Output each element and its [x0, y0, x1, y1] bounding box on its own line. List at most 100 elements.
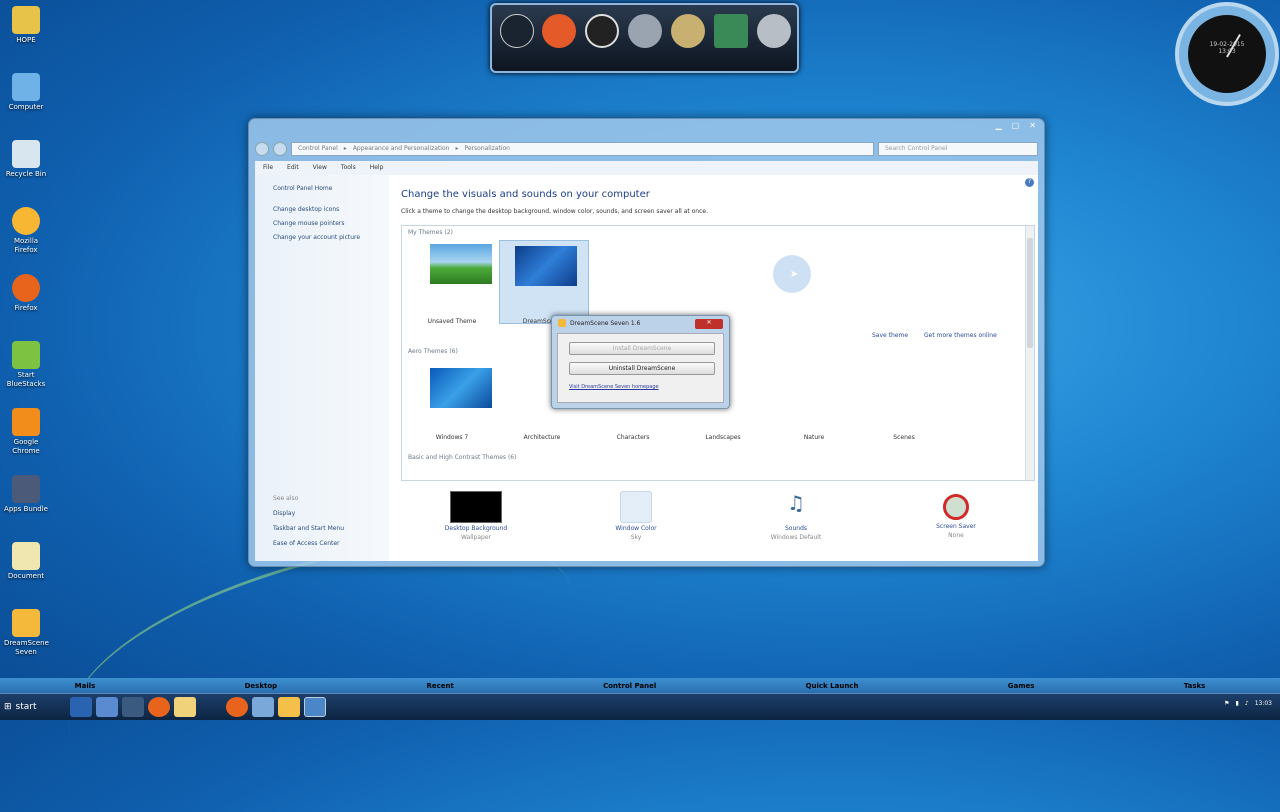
desktop-icon-computer[interactable]: Computer	[4, 73, 48, 112]
breadcrumb[interactable]: Control Panel ▸ Appearance and Personaliz…	[291, 142, 874, 156]
window-color-item[interactable]: Window Color Sky	[586, 491, 686, 541]
desktop-icon-label: Document	[7, 572, 45, 580]
dialog-close-button[interactable]: ✕	[695, 319, 723, 329]
sidebar-desktop-icons[interactable]: Change desktop icons	[273, 206, 389, 213]
desktop-icon-document[interactable]: Document	[4, 542, 48, 581]
clock-gadget[interactable]: 19-02-2015 13:03	[1175, 2, 1279, 106]
theme-label[interactable]: Architecture	[502, 434, 582, 441]
desktop-icon[interactable]	[96, 697, 118, 717]
sidebar-account-picture[interactable]: Change your account picture	[273, 234, 389, 241]
launch-games[interactable]: Games	[1008, 682, 1035, 690]
get-more-themes-link[interactable]: Get more themes online	[924, 332, 997, 339]
install-button[interactable]: Install DreamScene	[569, 342, 715, 355]
launch-recent[interactable]: Recent	[426, 682, 453, 690]
mouse-cursor-highlight: ➤	[773, 255, 811, 293]
back-button[interactable]	[255, 142, 269, 156]
desktop-background-item[interactable]: Desktop Background Wallpaper	[426, 491, 526, 541]
app-task-icon[interactable]	[252, 697, 274, 717]
theme-label[interactable]: Nature	[774, 434, 854, 441]
screen-saver-item[interactable]: Screen Saver None	[906, 491, 1006, 539]
see-also-taskbar[interactable]: Taskbar and Start Menu	[273, 525, 344, 532]
minimize-button[interactable]: ▁	[996, 121, 1002, 130]
desktop-icon-recycle-bin[interactable]: Recycle Bin	[4, 140, 48, 179]
see-also-ease-of-access[interactable]: Ease of Access Center	[273, 540, 344, 547]
window-controls: ▁ ▢ ✕	[996, 121, 1036, 130]
folder-task-icon[interactable]	[278, 697, 300, 717]
sounds-link[interactable]: Sounds	[746, 525, 846, 532]
app-icon	[12, 207, 40, 235]
windows-icon[interactable]	[542, 14, 576, 48]
tray-clock[interactable]: 13:03	[1255, 700, 1272, 707]
theme-list-scrollbar[interactable]	[1025, 226, 1034, 480]
settings-icon[interactable]	[757, 14, 791, 48]
theme-thumb-unsaved[interactable]	[430, 244, 492, 284]
tray-volume-icon[interactable]: ♪	[1245, 700, 1249, 707]
page-subtitle: Click a theme to change the desktop back…	[401, 208, 708, 215]
sidebar: Control Panel Home Change desktop icons …	[255, 175, 389, 561]
desktop-icon-app-1[interactable]: Mozilla Firefox	[4, 207, 48, 255]
theme-label[interactable]: Unsaved Theme	[412, 318, 492, 325]
theme-label[interactable]: Scenes	[864, 434, 944, 441]
forward-button[interactable]	[273, 142, 287, 156]
window-color-icon	[620, 491, 652, 523]
breadcrumb-item[interactable]: Control Panel	[298, 145, 338, 153]
launch-desktop[interactable]: Desktop	[245, 682, 278, 690]
theme-label[interactable]: Characters	[593, 434, 673, 441]
sidebar-mouse-pointers[interactable]: Change mouse pointers	[273, 220, 389, 227]
search-input[interactable]: Search Control Panel	[878, 142, 1038, 156]
menu-tools[interactable]: Tools	[341, 164, 356, 172]
launch-mails[interactable]: Mails	[75, 682, 96, 690]
help-icon[interactable]: ?	[1025, 178, 1034, 187]
breadcrumb-item[interactable]: Appearance and Personalization	[353, 145, 450, 153]
uninstall-button[interactable]: Uninstall DreamScene	[569, 362, 715, 375]
menu-help[interactable]: Help	[370, 164, 384, 172]
sounds-item[interactable]: ♫ Sounds Windows Default	[746, 491, 846, 541]
close-button[interactable]: ✕	[1029, 121, 1036, 130]
recycle-icon[interactable]	[628, 14, 662, 48]
desktop-icon-firefox[interactable]: Firefox	[4, 274, 48, 313]
dreamscene-icon	[558, 319, 566, 327]
theme-thumb-dreamscene[interactable]	[515, 246, 577, 286]
theme-thumb-windows7[interactable]	[430, 368, 492, 408]
tray-network-icon[interactable]: ▮	[1236, 700, 1239, 707]
firefox-task-icon[interactable]	[226, 697, 248, 717]
window-color-link[interactable]: Window Color	[586, 525, 686, 532]
launch-quick-launch[interactable]: Quick Launch	[806, 682, 859, 690]
disc-icon[interactable]	[671, 14, 705, 48]
start-button[interactable]: ⊞ start	[4, 698, 62, 716]
see-also-display[interactable]: Display	[273, 510, 344, 517]
tray-flag-icon[interactable]: ⚑	[1224, 700, 1229, 707]
maximize-button[interactable]: ▢	[1012, 121, 1020, 130]
sidebar-control-panel-home[interactable]: Control Panel Home	[273, 185, 389, 192]
explorer-icon[interactable]	[174, 697, 196, 717]
dialog-titlebar: DreamScene Seven 1.6	[558, 319, 640, 327]
firefox-icon	[12, 274, 40, 302]
save-theme-link[interactable]: Save theme	[872, 332, 908, 339]
control-panel-task-icon[interactable]	[304, 697, 326, 717]
breadcrumb-item[interactable]: Personalization	[464, 145, 510, 153]
app-icon	[12, 408, 40, 436]
launch-tasks[interactable]: Tasks	[1184, 682, 1206, 690]
desktop-icon-hope[interactable]: HOPE	[4, 6, 48, 45]
desktop-icon-dreamscene[interactable]: DreamScene Seven	[4, 609, 49, 657]
desktop-icon-app-2[interactable]: Google Chrome	[4, 408, 48, 456]
menu-view[interactable]: View	[313, 164, 327, 172]
desktop-icon-app-3[interactable]: Apps Bundle	[4, 475, 48, 514]
launch-control-panel[interactable]: Control Panel	[603, 682, 656, 690]
media-icon[interactable]	[122, 697, 144, 717]
menu-bar: File Edit View Tools Help	[255, 161, 1038, 175]
screen-saver-link[interactable]: Screen Saver	[906, 523, 1006, 530]
scrollbar-thumb[interactable]	[1027, 238, 1033, 348]
firefox-icon[interactable]	[148, 697, 170, 717]
homepage-link[interactable]: Visit DreamScene Seven homepage	[569, 384, 659, 390]
desktop-icon-bluestacks[interactable]: Start BlueStacks	[4, 341, 48, 389]
ie-icon[interactable]	[70, 697, 92, 717]
desktop-background-link[interactable]: Desktop Background	[426, 525, 526, 532]
picture-icon[interactable]	[714, 14, 748, 48]
theme-label[interactable]: Windows 7	[412, 434, 492, 441]
theme-label[interactable]: Landscapes	[683, 434, 763, 441]
clock-icon[interactable]	[585, 14, 619, 48]
nexus-icon[interactable]	[500, 14, 534, 48]
menu-edit[interactable]: Edit	[287, 164, 299, 172]
menu-file[interactable]: File	[263, 164, 273, 172]
